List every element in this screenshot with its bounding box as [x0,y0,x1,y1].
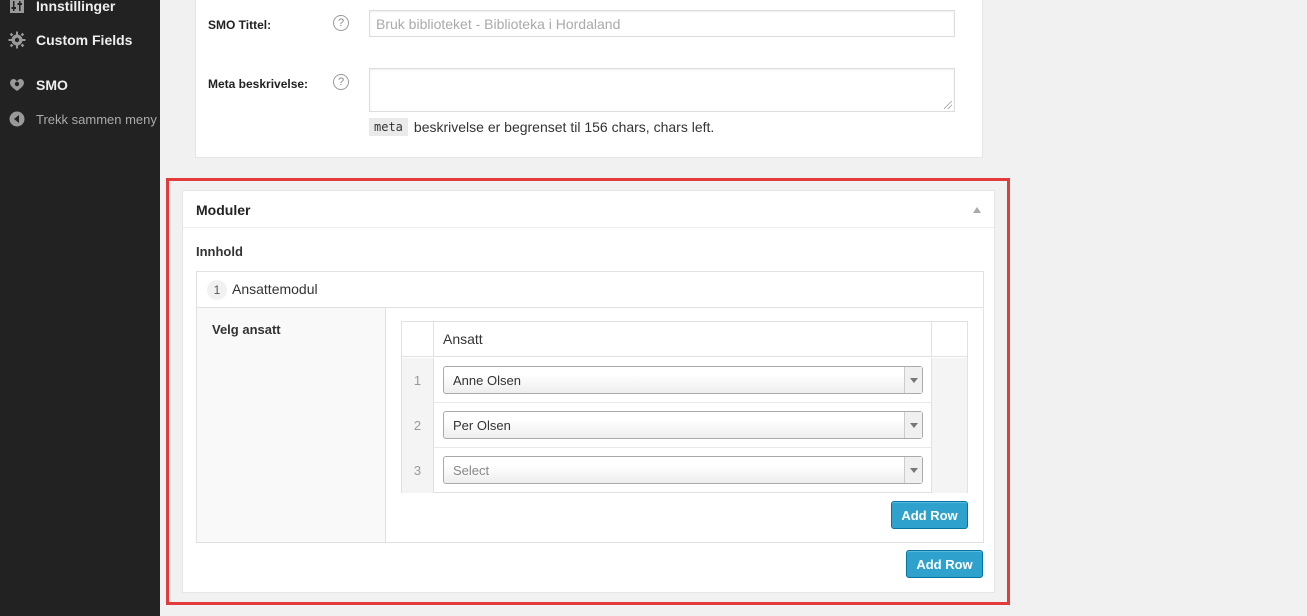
collapse-menu-icon [7,109,27,129]
settings-sliders-icon [7,0,27,16]
meta-code-tag: meta [369,118,408,136]
smo-title-label: SMO Tittel: [208,18,272,32]
collapse-menu-button[interactable]: Trekk sammen meny [0,109,160,129]
gear-icon [7,30,27,50]
sidebar-item-label: SMO [36,77,68,93]
meta-char-note: meta beskrivelse er begrenset til 156 ch… [369,118,714,136]
resize-grip-icon[interactable] [944,101,952,109]
highlight-frame [166,178,1010,605]
help-icon[interactable]: ? [333,74,349,90]
smo-icon [7,75,27,95]
smo-title-input[interactable]: Bruk biblioteket - Biblioteka i Hordalan… [369,10,955,37]
sidebar-item-label: Custom Fields [36,32,133,48]
smo-settings-box: SMO Tittel: ? Bruk biblioteket - Bibliot… [195,0,983,158]
meta-description-textarea[interactable] [369,68,955,112]
sidebar-item-label: Innstillinger [36,0,116,14]
sidebar-item-innstillinger[interactable]: Innstillinger [0,0,160,16]
sidebar-item-smo[interactable]: SMO [0,75,160,95]
sidebar-item-label: Trekk sammen meny [36,111,157,127]
sidebar-item-custom-fields[interactable]: Custom Fields [0,30,160,50]
help-icon[interactable]: ? [333,15,349,31]
meta-description-label: Meta beskrivelse: [208,77,309,91]
admin-sidebar: Innstillinger Custom Fields SMO Trekk sa… [0,0,160,616]
meta-note-text: beskrivelse er begrenset til 156 chars, … [413,119,715,135]
